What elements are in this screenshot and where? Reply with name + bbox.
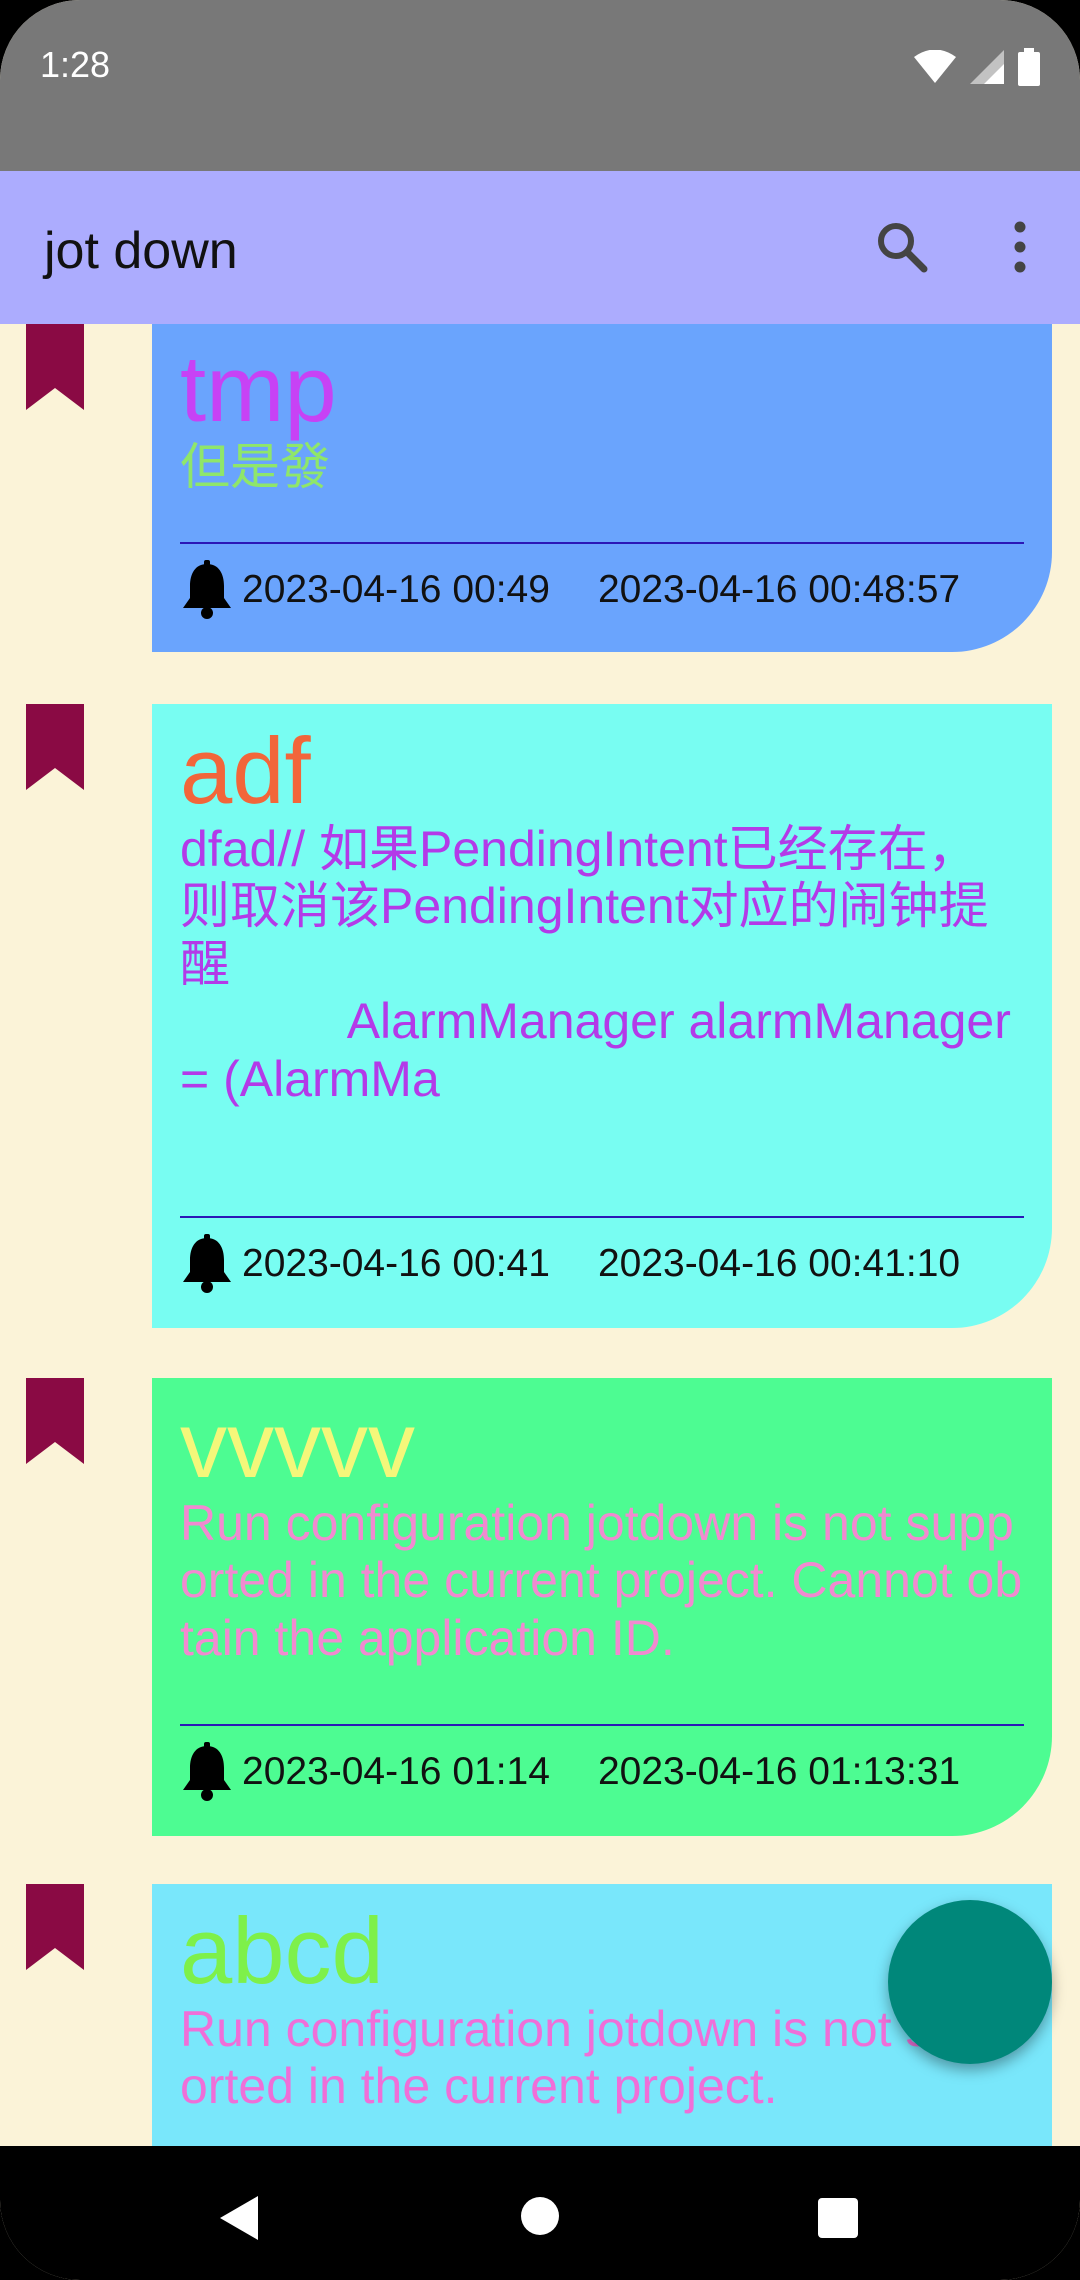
app-title: jot down: [44, 222, 238, 280]
bell-icon: [183, 1234, 231, 1293]
alarm-time: 2023-04-16 01:14: [242, 1750, 550, 1793]
note-card[interactable]: vvvvv Run configuration jotdown is not s…: [152, 1378, 1052, 1836]
note-body: dfad// 如果PendingIntent已经存在，则取消该PendingIn…: [180, 820, 1011, 1107]
note-title: vvvvv: [180, 1392, 415, 1497]
battery-icon: [1018, 48, 1040, 86]
status-time: 1:28: [40, 44, 111, 85]
cellular-signal-icon: [970, 50, 1004, 84]
bookmark-icon[interactable]: [26, 1884, 84, 1970]
note-divider: [180, 1724, 1024, 1726]
note-footer: 2023-04-16 01:14 2023-04-16 01:13:31: [180, 1742, 960, 1802]
created-time: 2023-04-16 00:48:57: [597, 568, 961, 611]
navigation-bar: [0, 2146, 1080, 2280]
note-divider: [180, 1216, 1024, 1218]
note-footer: 2023-04-16 00:41 2023-04-16 00:41:10: [180, 1234, 960, 1294]
bell-icon: [183, 1742, 231, 1801]
note-title: tmp: [180, 336, 337, 441]
bookmark-icon[interactable]: [26, 1378, 84, 1464]
bookmark-icon[interactable]: [26, 324, 84, 410]
screen: 1:28 jot down tmp 但是發 2023-04-16 00:49 2…: [0, 0, 1080, 2280]
status-bar: 1:28: [0, 0, 1080, 171]
note-footer: 2023-04-16 00:49 2023-04-16 00:48:57: [180, 560, 960, 620]
add-note-fab[interactable]: [888, 1900, 1052, 2064]
note-title: adf: [180, 718, 311, 823]
note-card[interactable]: tmp 但是發 2023-04-16 00:49 2023-04-16 00:4…: [152, 324, 1052, 652]
recents-icon[interactable]: [818, 2198, 858, 2238]
note-body: Run configuration jotdown is not support…: [180, 1494, 1023, 1666]
bookmark-icon[interactable]: [26, 704, 84, 790]
search-icon[interactable]: [868, 213, 936, 281]
note-list[interactable]: tmp 但是發 2023-04-16 00:49 2023-04-16 00:4…: [0, 324, 1080, 2146]
home-icon[interactable]: [520, 2196, 560, 2236]
alarm-time: 2023-04-16 00:49: [242, 568, 550, 611]
app-bar: jot down: [0, 171, 1080, 324]
note-divider: [180, 542, 1024, 544]
created-time: 2023-04-16 01:13:31: [597, 1750, 961, 1793]
more-vert-icon[interactable]: [1000, 213, 1040, 281]
note-card[interactable]: adf dfad// 如果PendingIntent已经存在，则取消该Pendi…: [152, 704, 1052, 1328]
back-icon[interactable]: [218, 2196, 260, 2240]
created-time: 2023-04-16 00:41:10: [597, 1242, 961, 1285]
status-icons: [914, 48, 1040, 86]
wifi-icon: [914, 50, 956, 83]
note-body: 但是發: [180, 438, 330, 495]
bell-icon: [183, 560, 231, 619]
alarm-time: 2023-04-16 00:41: [242, 1242, 550, 1285]
